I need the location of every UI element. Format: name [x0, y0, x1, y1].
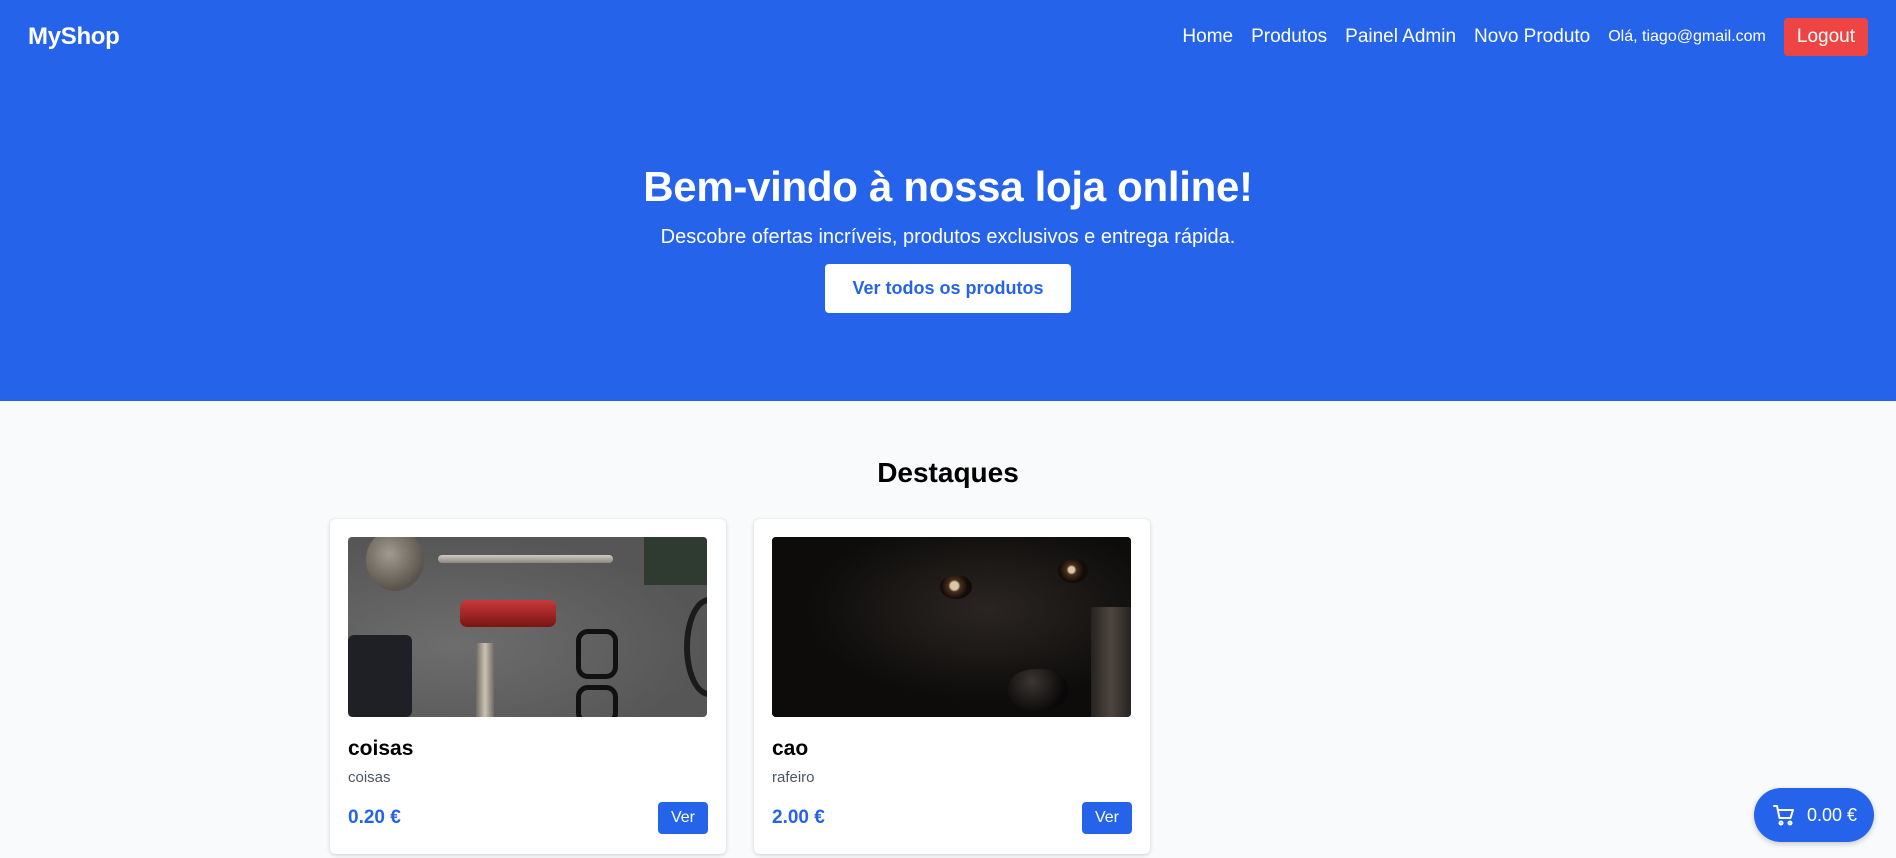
user-greeting: Olá, tiago@gmail.com — [1608, 28, 1766, 45]
product-description: rafeiro — [772, 769, 815, 786]
product-image[interactable] — [348, 537, 707, 717]
product-image[interactable] — [772, 537, 1131, 717]
logout-button[interactable]: Logout — [1783, 18, 1868, 56]
product-card-footer: 2.00 € Ver — [772, 802, 1132, 834]
cart-button[interactable]: 0.00 € — [1754, 788, 1874, 842]
brand-logo[interactable]: MyShop — [28, 23, 120, 51]
product-card[interactable]: cao rafeiro 2.00 € Ver — [754, 519, 1150, 854]
product-name: coisas — [348, 737, 414, 760]
navbar: MyShop Home Produtos Painel Admin Novo P… — [0, 0, 1896, 74]
product-card-footer: 0.20 € Ver — [348, 802, 708, 834]
nav-link-produtos[interactable]: Produtos — [1251, 26, 1327, 48]
product-price: 2.00 € — [772, 807, 825, 828]
product-grid: coisas coisas 0.20 € Ver cao rafeiro 2.0… — [330, 519, 1150, 854]
product-name: cao — [772, 737, 809, 760]
featured-section: Destaques — [0, 401, 1896, 489]
product-card[interactable]: coisas coisas 0.20 € Ver — [330, 519, 726, 854]
product-description: coisas — [348, 769, 391, 786]
flat-lay-items-photo — [348, 537, 707, 717]
hero-content: Bem-vindo à nossa loja online! Descobre … — [0, 74, 1896, 314]
black-dog-photo — [772, 537, 1131, 717]
view-product-button[interactable]: Ver — [1081, 802, 1132, 834]
nav-links: Home Produtos Painel Admin Novo Produto … — [1164, 18, 1868, 56]
product-price: 0.20 € — [348, 807, 401, 828]
hero-section: MyShop Home Produtos Painel Admin Novo P… — [0, 0, 1896, 401]
view-all-products-button[interactable]: Ver todos os produtos — [825, 264, 1071, 314]
featured-heading: Destaques — [877, 457, 1019, 488]
nav-link-home[interactable]: Home — [1182, 26, 1233, 48]
cart-total: 0.00 € — [1806, 804, 1858, 825]
view-product-button[interactable]: Ver — [657, 802, 708, 834]
hero-title: Bem-vindo à nossa loja online! — [643, 163, 1253, 210]
nav-link-painel-admin[interactable]: Painel Admin — [1345, 26, 1456, 48]
hero-subtitle: Descobre ofertas incríveis, produtos exc… — [660, 226, 1236, 249]
nav-link-novo-produto[interactable]: Novo Produto — [1474, 26, 1590, 48]
cart-icon — [1772, 805, 1794, 826]
